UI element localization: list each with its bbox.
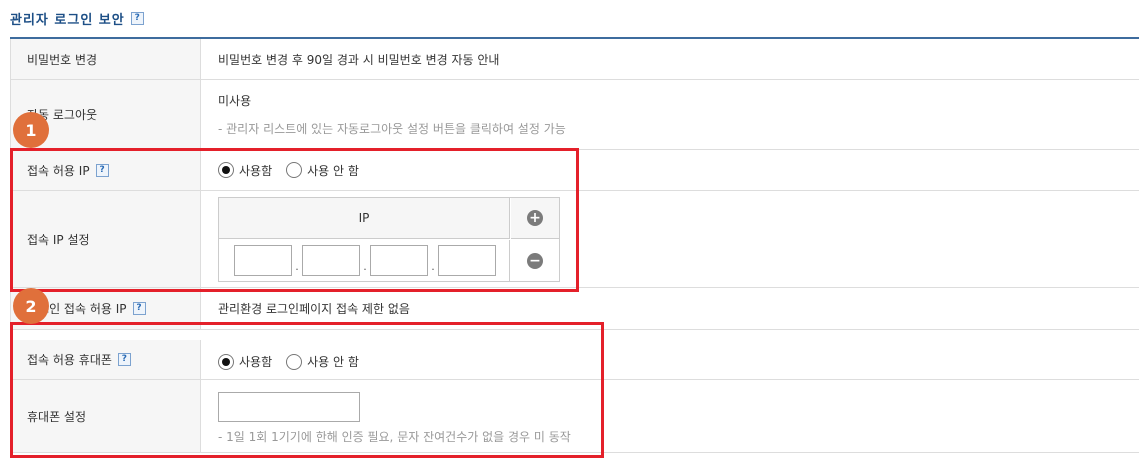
- password-change-value: 비밀번호 변경 후 90일 경과 시 비밀번호 변경 자동 안내: [218, 52, 500, 67]
- highlight-box-2: [10, 322, 604, 458]
- row-password-change: 비밀번호 변경 비밀번호 변경 후 90일 경과 시 비밀번호 변경 자동 안내: [10, 39, 1139, 80]
- row-auto-logout: 자동 로그아웃 미사용 - 관리자 리스트에 있는 자동로그아웃 설정 버튼을 …: [10, 80, 1139, 150]
- auto-logout-hint: - 관리자 리스트에 있는 자동로그아웃 설정 버튼을 클릭하여 설정 가능: [218, 122, 566, 136]
- row-label: 비밀번호 변경: [10, 39, 201, 79]
- login-allowed-ip-value: 관리환경 로그인페이지 접속 제한 없음: [218, 302, 410, 316]
- help-icon[interactable]: ?: [132, 302, 146, 315]
- help-icon[interactable]: ?: [130, 11, 144, 25]
- section-header: 관리자 로그인 보안 ?: [10, 8, 144, 28]
- highlight-box-1: [10, 148, 579, 292]
- annotation-badge-2: 2: [13, 288, 49, 324]
- auto-logout-value: 미사용: [218, 94, 252, 108]
- annotation-badge-1: 1: [13, 112, 49, 148]
- section-title: 관리자 로그인 보안: [10, 12, 125, 28]
